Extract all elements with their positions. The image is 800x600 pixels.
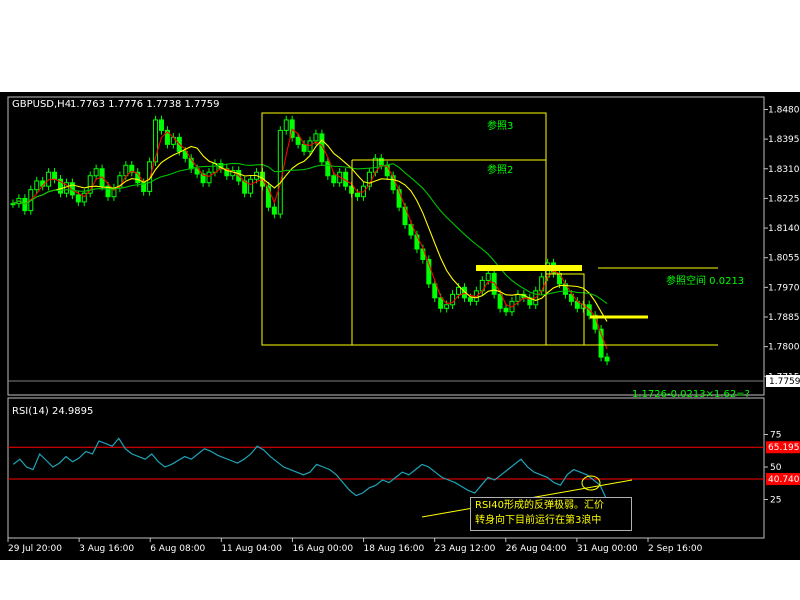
moving-averages [12, 128, 608, 350]
candle-body [432, 283, 438, 299]
reference-2-label: 参照2 [487, 163, 513, 176]
time-tick-label: 2 Sep 16:00 [648, 544, 703, 554]
candle-body [75, 194, 81, 203]
candle-body [301, 143, 307, 152]
candle-body [497, 293, 503, 309]
rsi-note-line-1: RSI40形成的反弹极弱。汇价 [475, 500, 604, 511]
candle-body [467, 297, 473, 302]
current-price-text: 1.7759 [769, 377, 800, 387]
candle-body [271, 206, 277, 215]
candle-body [10, 203, 16, 206]
time-tick-label: 31 Aug 00:00 [577, 544, 638, 554]
price-tick-label: 1.7970 [768, 283, 800, 293]
candle-body [331, 175, 337, 184]
candle-body [153, 119, 159, 163]
time-axis: 29 Jul 20:00 3 Aug 16:00 6 Aug 08:00 11 Aug… [7, 538, 703, 554]
candle-body [515, 293, 521, 302]
candle-body [283, 119, 289, 131]
candle-body [378, 157, 384, 166]
price-tick-label: 1.8225 [768, 194, 800, 204]
candle-body [277, 129, 283, 215]
rsi-panel-border [7, 397, 765, 539]
time-tick-label: 29 Jul 20:00 [8, 544, 62, 554]
rsi-level-label: 65.195 [768, 443, 800, 453]
rsi-value: 24.9895 [52, 406, 93, 417]
rsi-level-label: 40.740 [768, 475, 800, 485]
candle-body [34, 180, 40, 191]
chart-canvas: GBPUSD,H4 1.7763 1.7776 1.7738 1.7759 RS… [7, 96, 800, 554]
price-tick-label: 1.8140 [768, 224, 800, 234]
candle-body [438, 297, 444, 309]
price-tick-label: 1.8395 [768, 135, 800, 145]
price-tick-label: 1.7800 [768, 343, 800, 353]
rsi-tick-label: 50 [770, 463, 782, 473]
candle-body [206, 171, 212, 184]
time-tick-label: 16 Aug 00:00 [292, 544, 353, 554]
candle-body [604, 356, 610, 362]
rsi-tick-label: 25 [770, 496, 781, 506]
chart-frame: GBPUSD,H4 1.7763 1.7776 1.7738 1.7759 RS… [0, 92, 800, 560]
rsi-note-line-2: 转身向下目前运行在第3浪中 [475, 515, 602, 526]
candle-body [123, 164, 129, 177]
candle-body [158, 119, 164, 131]
candle-body [52, 171, 58, 180]
rsi-tick-label: 75 [770, 431, 781, 441]
price-axis: 1.8480 1.8395 1.8310 1.8225 1.8140 1.8055 1.79… [764, 105, 800, 382]
price-panel-border [7, 96, 765, 396]
target-formula: 1.1726-0.0213×1.62=? [632, 389, 750, 400]
range-label: 参照空间 0.0213 [666, 274, 744, 287]
reference-3-label: 参照3 [487, 119, 513, 132]
price-tick-label: 1.8055 [768, 254, 800, 264]
candle-body [485, 272, 491, 281]
price-tick-label: 1.8310 [768, 165, 800, 175]
candle-body [248, 178, 254, 194]
symbol-timeframe: GBPUSD,H4 [12, 99, 71, 110]
candle-body [313, 133, 319, 142]
time-tick-label: 3 Aug 16:00 [79, 544, 134, 554]
rsi-label: RSI(14) [12, 406, 49, 417]
candle-body [307, 140, 313, 152]
rsi-levels: 65.195 40.740 [8, 441, 800, 486]
candle-body [295, 136, 301, 145]
time-tick-label: 6 Aug 08:00 [150, 544, 205, 554]
candle-body [444, 304, 450, 309]
candlesticks [10, 115, 610, 366]
time-tick-label: 18 Aug 16:00 [364, 544, 425, 554]
candle-body [93, 168, 99, 177]
time-tick-label: 26 Aug 04:00 [506, 544, 567, 554]
candle-body [355, 192, 361, 198]
price-tick-label: 1.8480 [768, 105, 800, 115]
ohlc-values: 1.7763 1.7776 1.7738 1.7759 [70, 99, 220, 110]
time-tick-label: 23 Aug 12:00 [435, 544, 496, 554]
price-tick-label: 1.7885 [768, 313, 800, 323]
ma-fast-line [12, 128, 608, 350]
rsi-note-box: RSI40形成的反弹极弱。汇价 转身向下目前运行在第3浪中 [470, 497, 632, 531]
candle-body [456, 286, 462, 295]
candle-body [503, 307, 509, 313]
candle-body [325, 161, 331, 177]
time-tick-label: 11 Aug 04:00 [221, 544, 282, 554]
